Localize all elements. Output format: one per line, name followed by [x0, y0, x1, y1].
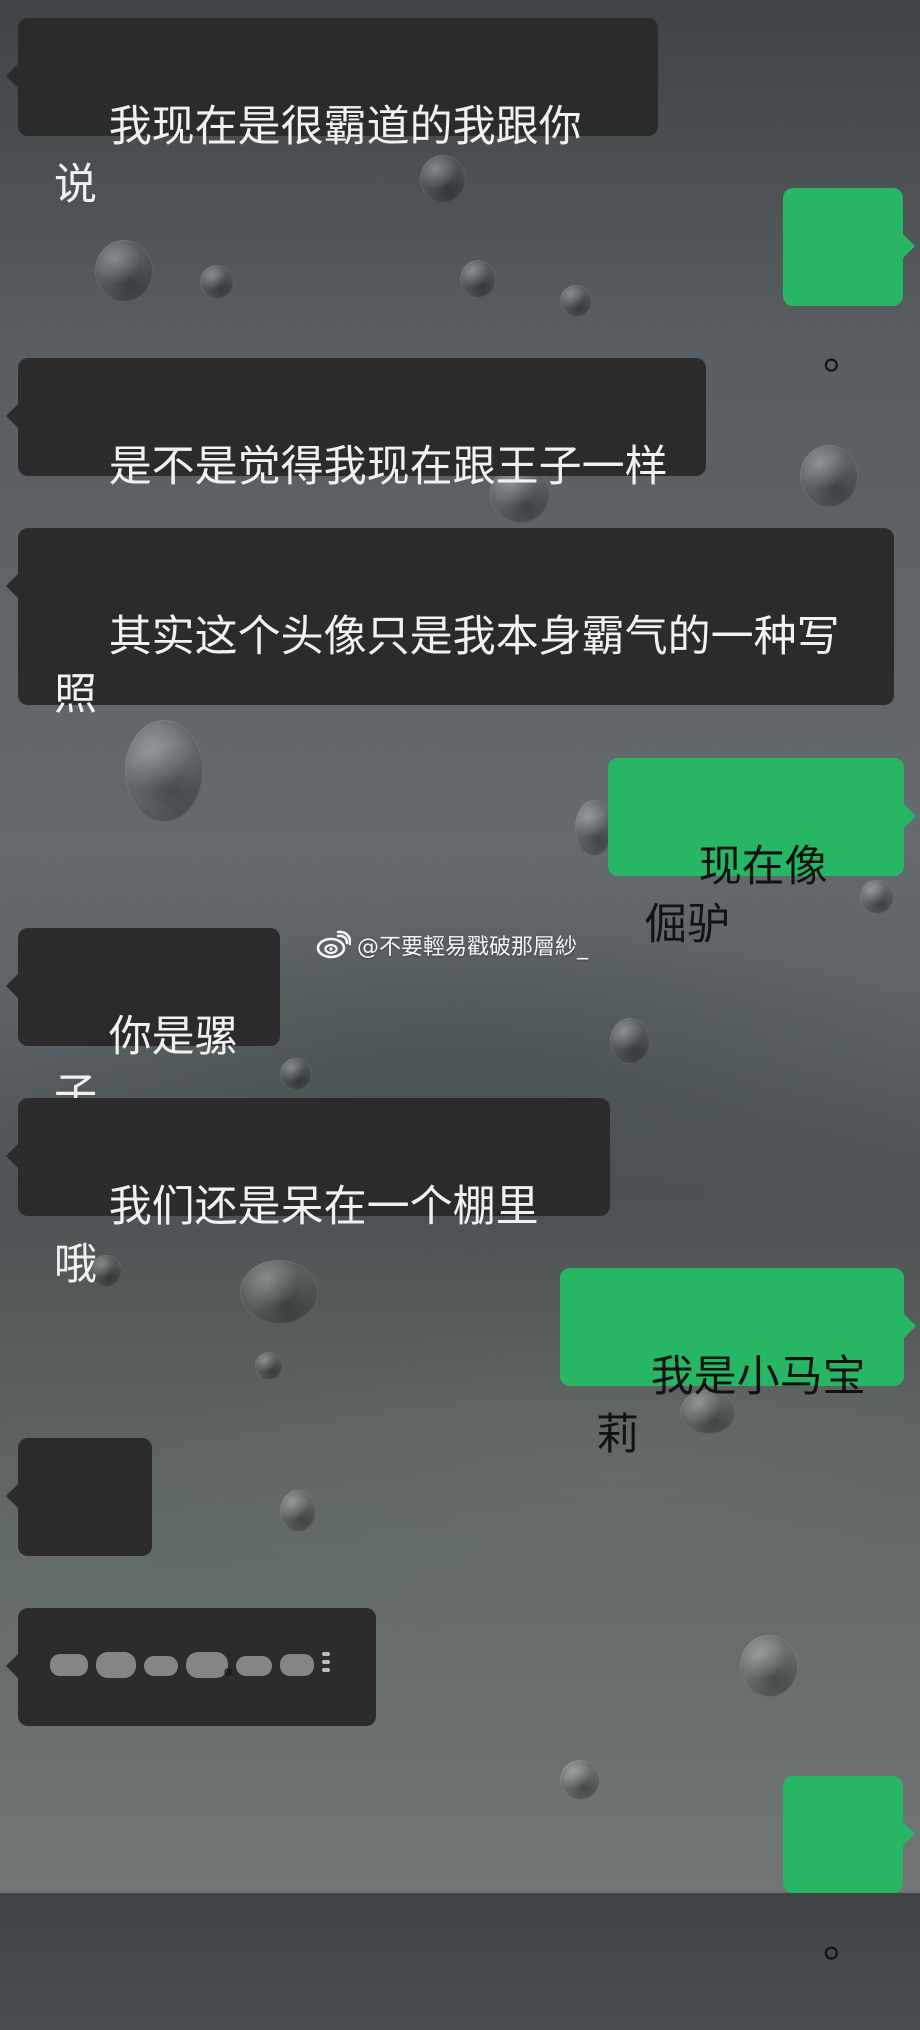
- raindrop: [740, 1635, 798, 1697]
- raindrop: [200, 265, 234, 299]
- raindrop: [240, 1260, 318, 1324]
- message-outgoing[interactable]: 我是小马宝莉: [560, 1268, 916, 1460]
- message-outgoing[interactable]: 现在像倔驴: [608, 758, 916, 950]
- raindrop: [460, 260, 496, 298]
- raindrop: [125, 720, 203, 822]
- message-outgoing[interactable]: 。: [783, 1776, 915, 1968]
- raindrop: [280, 1058, 312, 1090]
- weibo-watermark: @不要輕易戳破那層紗_: [315, 925, 588, 965]
- message-incoming[interactable]: 其实这个头像只是我本身霸气的一种写照: [6, 528, 894, 720]
- watermark-text: @不要輕易戳破那層紗_: [357, 935, 589, 960]
- message-incoming[interactable]: [6, 1608, 376, 1726]
- raindrop: [280, 1490, 316, 1532]
- message-text: 现在像倔驴: [644, 842, 828, 950]
- weibo-icon: [315, 930, 352, 960]
- raindrop: [95, 240, 153, 302]
- message-incoming[interactable]: 你是骡子: [6, 928, 280, 1120]
- message-text: 。: [823, 1918, 866, 1968]
- raindrop: [560, 1760, 600, 1800]
- message-incoming[interactable]: 我们还是呆在一个棚里哦: [6, 1098, 610, 1290]
- message-text: 。: [823, 330, 866, 380]
- message-incoming[interactable]: 我现在是很霸道的我跟你说: [6, 18, 658, 210]
- message-text: 是不是觉得我现在跟王子一样: [108, 442, 668, 492]
- message-text: 其实这个头像只是我本身霸气的一种写照: [54, 612, 840, 720]
- raindrop: [255, 1352, 283, 1380]
- message-text: 我现在是很霸道的我跟你说: [54, 102, 582, 210]
- raindrop: [610, 1018, 650, 1064]
- raindrop: [560, 285, 592, 317]
- blurred-content: [50, 1652, 330, 1678]
- raindrop: [420, 155, 466, 203]
- raindrop: [800, 445, 858, 507]
- message-incoming[interactable]: 是不是觉得我现在跟王子一样: [6, 358, 706, 492]
- message-outgoing[interactable]: 。: [783, 188, 915, 380]
- chat-area: @不要輕易戳破那層紗_ 我现在是很霸道的我跟你说 。 是不是觉得我现在跟王子一样…: [0, 0, 920, 1968]
- raindrop: [860, 880, 894, 914]
- message-incoming[interactable]: 。: [6, 1438, 152, 1630]
